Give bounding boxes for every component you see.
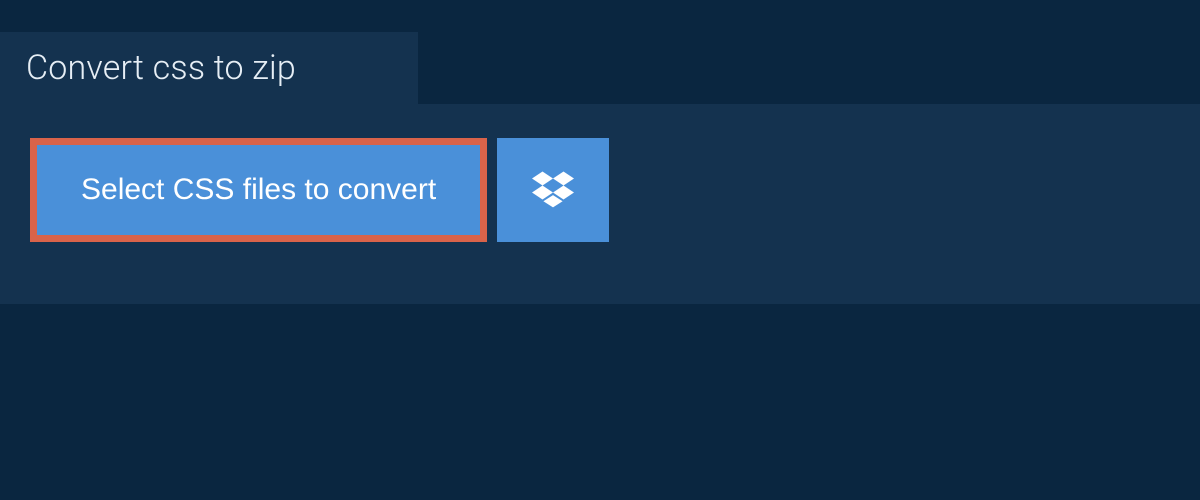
button-row: Select CSS files to convert (30, 138, 609, 242)
dropbox-icon (532, 168, 574, 213)
select-files-button[interactable]: Select CSS files to convert (37, 145, 480, 235)
dropbox-button[interactable] (497, 138, 609, 242)
main-panel: Select CSS files to convert (0, 104, 1200, 304)
page-title: Convert css to zip (26, 48, 296, 88)
converter-canvas: Convert css to zip Select CSS files to c… (0, 0, 1200, 500)
tab-header: Convert css to zip (0, 32, 418, 104)
select-files-highlight: Select CSS files to convert (30, 138, 487, 242)
select-files-label: Select CSS files to convert (81, 173, 436, 207)
